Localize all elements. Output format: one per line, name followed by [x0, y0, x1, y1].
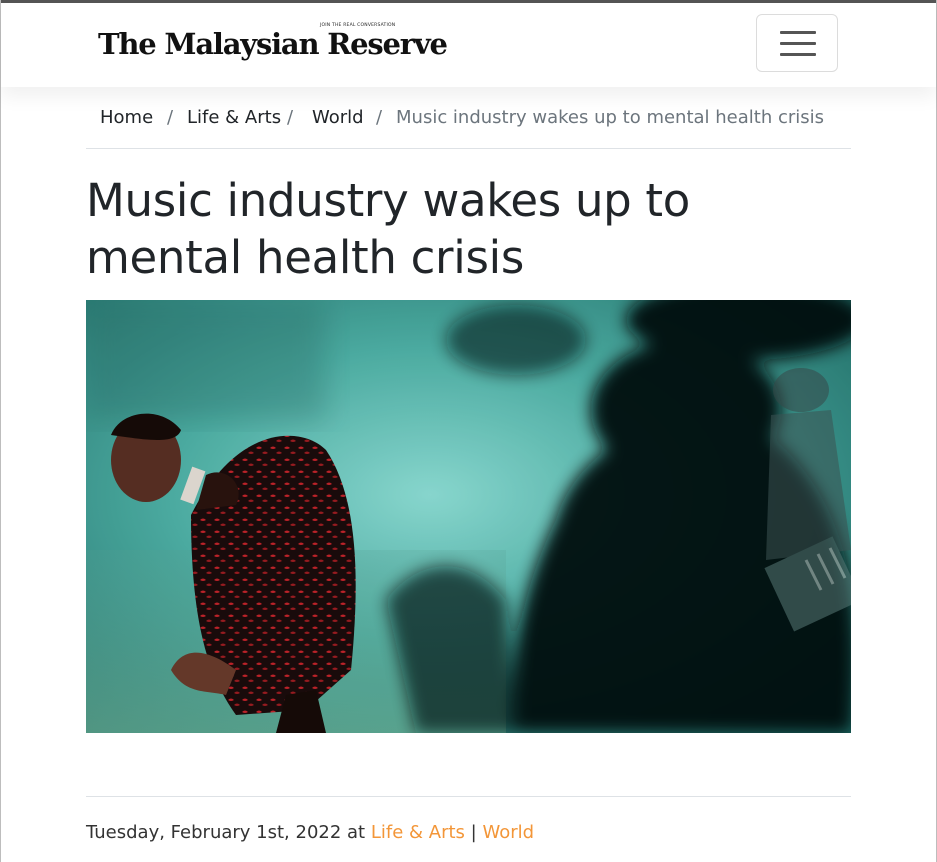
article-date: Tuesday, February 1st, 2022 at — [86, 822, 366, 843]
site-logo[interactable]: The Malaysian Reserve JOIN THE REAL CONV… — [98, 21, 448, 71]
site-navbar: The Malaysian Reserve JOIN THE REAL CONV… — [1, 3, 936, 87]
category-link-world[interactable]: World — [482, 822, 534, 843]
logo-tagline: JOIN THE REAL CONVERSATION — [320, 23, 396, 28]
category-separator: | — [470, 822, 477, 843]
article-hero-image — [86, 300, 851, 733]
window-left-border — [0, 0, 1, 862]
breadcrumb-home-link[interactable]: Home — [100, 107, 153, 128]
article-title: Music industry wakes up to mental health… — [86, 174, 691, 284]
breadcrumb-separator: / — [376, 107, 383, 128]
category-link-life-arts[interactable]: Life & Arts — [371, 822, 465, 843]
breadcrumb-world-link[interactable]: World — [312, 107, 364, 128]
breadcrumb-divider — [86, 148, 851, 149]
article-meta: Tuesday, February 1st, 2022 at Life & Ar… — [86, 822, 534, 843]
meta-divider — [86, 796, 851, 797]
breadcrumb-separator: / — [167, 107, 174, 128]
breadcrumb-separator: / — [287, 107, 294, 128]
breadcrumb-life-arts-link[interactable]: Life & Arts — [187, 107, 281, 128]
navbar-toggle-button[interactable] — [756, 14, 838, 72]
logo-wordmark: The Malaysian Reserve — [98, 27, 448, 61]
breadcrumb-current-page: Music industry wakes up to mental health… — [396, 107, 825, 128]
